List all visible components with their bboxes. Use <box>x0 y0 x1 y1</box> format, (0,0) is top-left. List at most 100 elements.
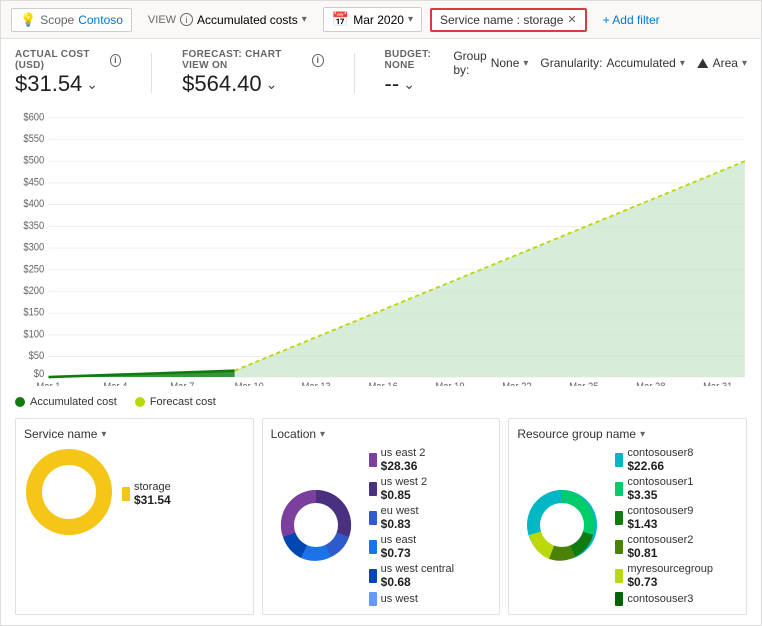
svg-text:Mar 25: Mar 25 <box>569 380 598 386</box>
location-caret: ▾ <box>320 429 325 440</box>
add-filter-button[interactable]: + Add filter <box>595 10 668 30</box>
legend-accumulated: Accumulated cost <box>15 396 117 408</box>
service-name-header[interactable]: Service name ▾ <box>24 427 245 441</box>
forecast-label: FORECAST: CHART VIEW ON i <box>182 49 324 71</box>
user8-amount: $22.66 <box>627 459 693 473</box>
group-by-caret: ▾ <box>523 58 528 69</box>
x-axis: Mar 1 Mar 4 Mar 7 Mar 10 Mar 13 Mar 16 M… <box>36 380 732 386</box>
service-name-card: Service name ▾ storage <box>15 418 254 615</box>
actual-cost-block: ACTUAL COST (USD) i $31.54 ⌄ <box>15 49 121 97</box>
location-card: Location ▾ <box>262 418 501 615</box>
view-selector[interactable]: VIEW i Accumulated costs ▾ <box>140 10 315 30</box>
uswestcentral-color <box>369 569 377 583</box>
user9-label: contosouser9 <box>627 505 693 517</box>
forecast-block: FORECAST: CHART VIEW ON i $564.40 ⌄ <box>182 49 324 97</box>
service-name-content: storage $31.54 <box>24 447 245 540</box>
svg-text:$400: $400 <box>23 197 44 210</box>
y-axis: $600 $550 $500 $450 $400 $350 $300 $250 … <box>23 110 44 380</box>
actual-info-icon[interactable]: i <box>110 54 121 67</box>
view-type-caret: ▾ <box>742 58 747 69</box>
svg-text:$0: $0 <box>34 367 45 380</box>
scope-icon: 💡 <box>20 12 36 28</box>
add-filter-label: + Add filter <box>603 13 660 27</box>
myresource-color <box>615 569 623 583</box>
accumulated-legend-label: Accumulated cost <box>30 396 117 408</box>
svg-text:$250: $250 <box>23 262 44 275</box>
uswest2-amount: $0.85 <box>381 488 427 502</box>
svg-text:Mar 19: Mar 19 <box>435 380 464 386</box>
group-by-value: None <box>491 56 520 70</box>
rg-entry-user2: contosouser2 $0.81 <box>615 534 713 560</box>
uswestcentral-label: us west central <box>381 563 454 575</box>
main-content: ACTUAL COST (USD) i $31.54 ⌄ FORECAST: C… <box>1 39 761 625</box>
uswest-label: us west <box>381 593 418 605</box>
useast2-amount: $28.36 <box>381 459 426 473</box>
euwest-label: eu west <box>381 505 419 517</box>
user1-label: contosouser1 <box>627 476 693 488</box>
location-donut <box>271 480 361 573</box>
forecast-area <box>48 161 744 377</box>
svg-text:Mar 4: Mar 4 <box>103 380 127 386</box>
active-filter[interactable]: Service name : storage ✕ <box>430 8 587 32</box>
uswest2-color <box>369 482 377 496</box>
useast-amount: $0.73 <box>381 546 416 560</box>
user2-color <box>615 540 623 554</box>
budget-value: -- ⌄ <box>385 71 454 97</box>
rg-entry-user1: contosouser1 $3.35 <box>615 476 713 502</box>
budget-block: BUDGET: NONE -- ⌄ <box>385 49 454 97</box>
legend-forecast: Forecast cost <box>135 396 216 408</box>
actual-cost-value: $31.54 ⌄ <box>15 71 121 97</box>
service-legend-list: storage $31.54 <box>122 481 171 507</box>
location-content: us east 2 $28.36 us west 2 $0.85 <box>271 447 492 606</box>
forecast-dot <box>135 397 145 407</box>
user2-amount: $0.81 <box>627 546 693 560</box>
forecast-caret: ⌄ <box>266 76 278 93</box>
filter-close-icon[interactable]: ✕ <box>567 13 576 26</box>
view-info-icon[interactable]: i <box>180 13 193 26</box>
loc-entry-uswest2: us west 2 $0.85 <box>369 476 454 502</box>
storage-color <box>122 487 130 501</box>
forecast-info-icon[interactable]: i <box>312 54 323 67</box>
svg-text:Mar 22: Mar 22 <box>502 380 531 386</box>
svg-text:$550: $550 <box>23 132 44 145</box>
svg-text:$300: $300 <box>23 241 44 254</box>
resource-donut <box>517 480 607 573</box>
service-name-title: Service name <box>24 427 97 441</box>
rg-entry-user3: contosouser3 <box>615 592 713 606</box>
euwest-amount: $0.83 <box>381 517 419 531</box>
granularity-caret: ▾ <box>680 58 685 69</box>
storage-amount: $31.54 <box>134 493 171 507</box>
date-selector[interactable]: 📅 Mar 2020 ▾ <box>323 7 422 32</box>
user1-color <box>615 482 623 496</box>
user8-label: contosouser8 <box>627 447 693 459</box>
svg-text:$150: $150 <box>23 306 44 319</box>
calendar-icon: 📅 <box>332 11 349 28</box>
scope-selector[interactable]: 💡 Scope Contoso <box>11 8 132 32</box>
area-chart-icon: ⛰ <box>697 55 709 72</box>
view-caret: ▾ <box>302 14 307 25</box>
main-container: 💡 Scope Contoso VIEW i Accumulated costs… <box>0 0 762 626</box>
user9-amount: $1.43 <box>627 517 693 531</box>
view-type-control[interactable]: ⛰ Area ▾ <box>697 55 747 72</box>
user9-color <box>615 511 623 525</box>
resource-legend-list: contosouser8 $22.66 contosouser1 $3.35 <box>615 447 713 606</box>
metric-divider <box>151 53 152 93</box>
uswestcentral-amount: $0.68 <box>381 575 454 589</box>
view-value: Accumulated costs <box>197 13 298 27</box>
granularity-control[interactable]: Granularity: Accumulated ▾ <box>540 56 684 70</box>
svg-text:Mar 1: Mar 1 <box>36 380 60 386</box>
metric-divider2 <box>354 53 355 93</box>
service-donut <box>24 447 114 540</box>
loc-entry-useast: us east $0.73 <box>369 534 454 560</box>
loc-entry-uswestcentral: us west central $0.68 <box>369 563 454 589</box>
loc-entry-uswest: us west <box>369 592 454 606</box>
group-by-control[interactable]: Group by: None ▾ <box>453 49 528 77</box>
svg-text:Mar 7: Mar 7 <box>170 380 194 386</box>
uswest-color <box>369 592 377 606</box>
resource-group-header[interactable]: Resource group name ▾ <box>517 427 738 441</box>
budget-label: BUDGET: NONE <box>385 49 454 71</box>
location-header[interactable]: Location ▾ <box>271 427 492 441</box>
svg-text:$450: $450 <box>23 176 44 189</box>
useast2-color <box>369 453 377 467</box>
chart-svg: $600 $550 $500 $450 $400 $350 $300 $250 … <box>15 105 747 386</box>
